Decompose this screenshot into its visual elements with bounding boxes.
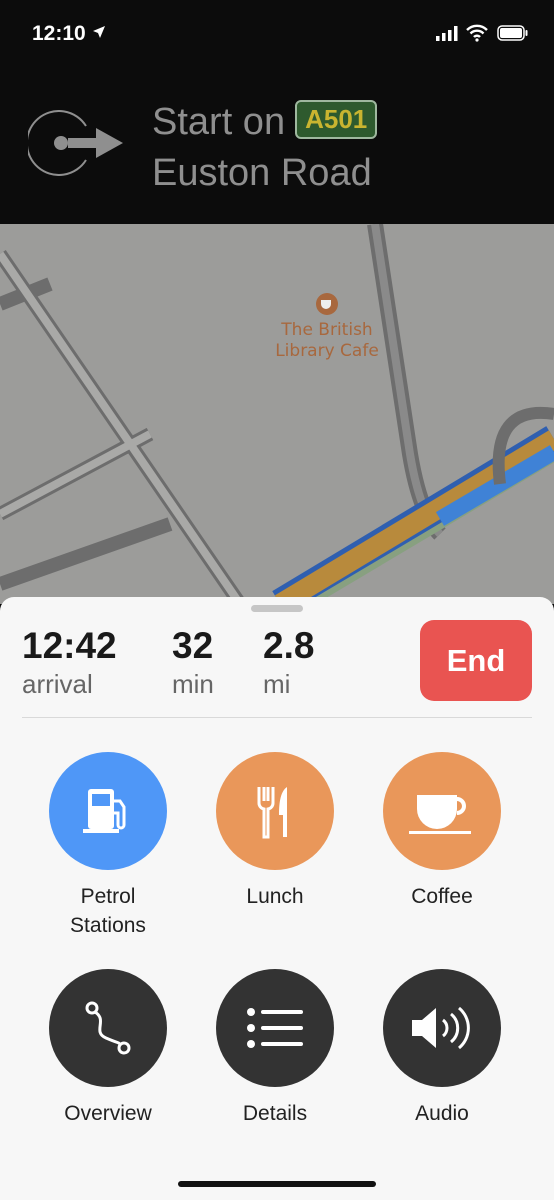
coffee-button[interactable]: Coffee	[362, 752, 522, 911]
map-roads	[0, 224, 554, 604]
poi-label[interactable]: The British Library Cafe	[262, 320, 392, 362]
overview-label: Overview	[64, 1102, 152, 1125]
distance-label: mi	[263, 669, 291, 699]
details-label: Details	[242, 1102, 308, 1125]
status-time: 12:10	[32, 22, 86, 45]
route-sheet: 12:42 arrival 32 min 2.8 mi End Petrol Stati…	[0, 597, 554, 1200]
audio-button[interactable]: Audio	[362, 969, 522, 1128]
arrival-stat: 12:42 arrival	[22, 625, 117, 700]
distance-value: 2.8	[263, 625, 315, 666]
wifi-icon	[466, 24, 488, 42]
duration-label: min	[172, 669, 214, 699]
start-route-icon	[28, 110, 123, 176]
details-button[interactable]: Details	[195, 969, 355, 1128]
overview-button[interactable]: Overview	[28, 969, 188, 1128]
battery-icon	[497, 25, 528, 41]
status-bar: 12:10	[0, 0, 554, 60]
petrol-label-line1: Petrol	[80, 885, 136, 908]
speaker-icon	[383, 969, 501, 1087]
signal-icon	[436, 26, 458, 41]
lunch-label: Lunch	[246, 885, 304, 908]
distance-stat: 2.8 mi	[263, 625, 314, 700]
road-shield: A501	[295, 100, 378, 139]
route-icon	[49, 969, 167, 1087]
maneuver-banner: Start on A501 Euston Road	[0, 60, 554, 224]
duration-stat: 32 min	[172, 625, 214, 700]
home-indicator[interactable]	[178, 1181, 376, 1187]
road-name: Euston Road	[152, 152, 372, 194]
list-icon	[216, 969, 334, 1087]
coffee-label: Coffee	[411, 885, 473, 908]
duration-value: 32	[172, 625, 214, 666]
instruction-text: Start on	[152, 101, 286, 143]
lunch-button[interactable]: Lunch	[195, 752, 355, 911]
sheet-grabber[interactable]	[251, 605, 303, 612]
poi-label-line1: The British	[281, 320, 373, 340]
arrival-time: 12:42	[22, 625, 117, 666]
divider	[22, 717, 532, 718]
instruction-line: Start on A501	[152, 100, 378, 144]
location-arrow-icon	[93, 26, 105, 38]
poi-label-line2: Library Cafe	[275, 341, 379, 361]
fork-knife-icon	[216, 752, 334, 870]
map-view[interactable]: The British Library Cafe	[0, 224, 554, 604]
arrival-label: arrival	[22, 669, 93, 699]
audio-label: Audio	[415, 1102, 469, 1125]
fuel-pump-icon	[49, 752, 167, 870]
end-button[interactable]: End	[420, 620, 532, 701]
coffee-cup-icon	[383, 752, 501, 870]
petrol-stations-button[interactable]: Petrol Stations	[28, 752, 188, 940]
petrol-label-line2: Stations	[70, 914, 146, 937]
